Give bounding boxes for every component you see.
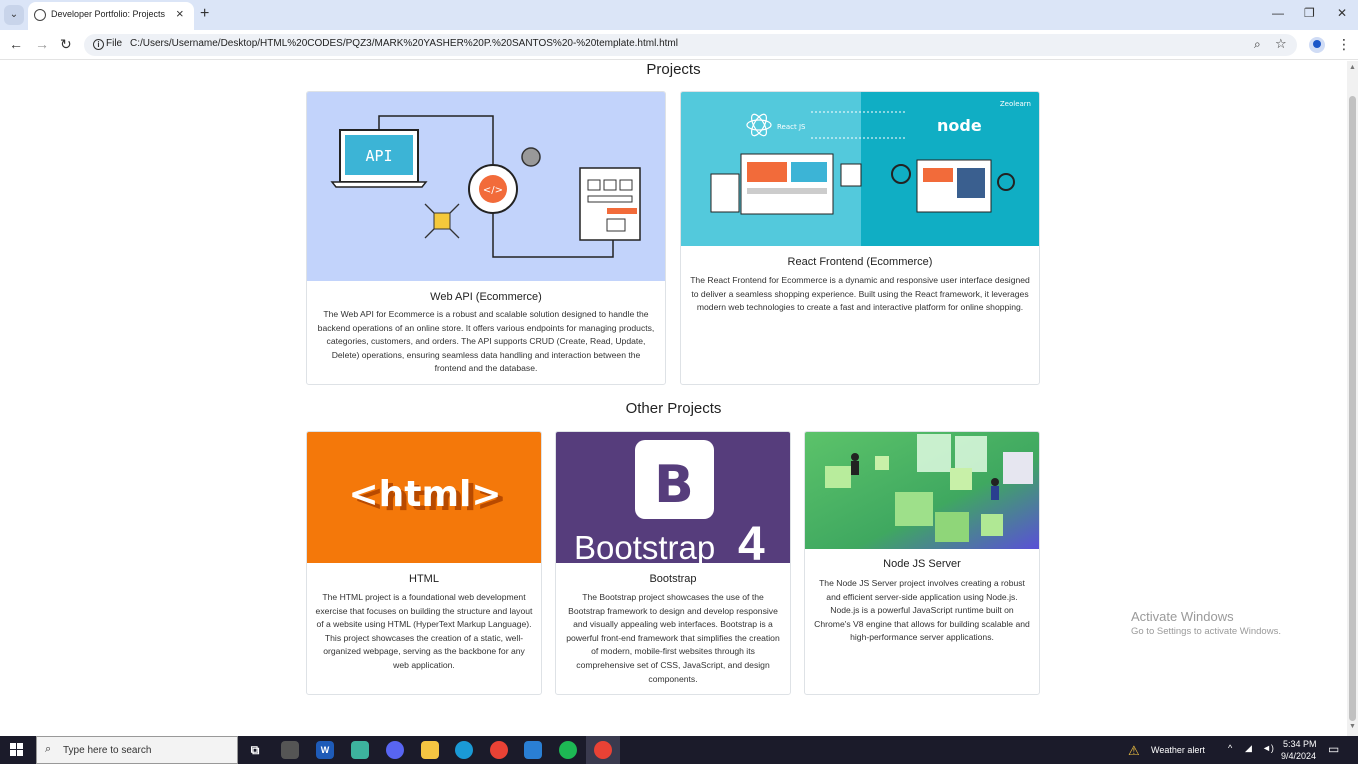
html-image: <html> <html> [307,432,541,563]
card-description: The Web API for Ecommerce is a robust an… [317,309,655,374]
tab-search-button[interactable]: ⌄ [4,5,24,25]
file-explorer-icon[interactable] [421,741,439,759]
scroll-down-icon[interactable]: ▼ [1349,723,1356,730]
page-scrollbar[interactable]: ▲ ▼ [1347,61,1358,736]
card-title: Node JS Server [883,558,961,570]
task-view-icon[interactable]: ⧉ [246,741,264,759]
clock-date[interactable]: 9/4/2024 [1281,751,1316,761]
windows-start-icon[interactable] [10,743,24,757]
node-server-image [805,432,1039,549]
svg-text:API: API [365,147,392,165]
info-icon[interactable]: i [93,39,104,50]
tab-close-icon[interactable]: × [176,6,184,22]
close-window-button[interactable]: ✕ [1337,6,1347,20]
card-description: The Node JS Server project involves crea… [814,578,1030,643]
new-tab-button[interactable]: + [200,4,209,24]
scroll-thumb[interactable] [1349,96,1356,721]
browser-toolbar: ← → ↻ i File C:/Users/Username/Desktop/H… [0,30,1358,60]
menu-icon[interactable]: ⋮ [1337,36,1351,53]
tab-active[interactable]: Developer Portfolio: Projects × [28,2,194,30]
svg-text:React JS: React JS [777,123,806,131]
notification-icon[interactable]: ▭ [1328,742,1339,756]
project-card-node: Node JS Server The Node JS Server projec… [804,431,1040,695]
reload-button[interactable]: ↻ [60,36,72,52]
other-projects-heading: Other Projects [625,400,722,417]
word-icon[interactable]: W [316,741,334,759]
project-card-react: Zeolearn React JS node React Frontend (E… [680,91,1040,385]
scroll-up-icon[interactable]: ▲ [1349,64,1356,71]
tab-strip: ⌄ Developer Portfolio: Projects × + — ❐ … [0,0,1358,30]
project-card-web-api: API </> Web API (Ecommerce) The Web API … [306,91,666,385]
svg-text:</>: </> [483,185,503,196]
profile-avatar-icon[interactable] [1309,37,1325,53]
scheme-label: File [106,38,123,49]
windows-taskbar: ⌕ Type here to search ⧉ W ⚠ Weather aler… [0,736,1358,764]
volume-icon[interactable]: ◄) [1262,743,1274,753]
weather-alert[interactable]: Weather alert [1151,745,1205,755]
card-title: Bootstrap [649,573,697,585]
card-title: HTML [409,573,439,585]
project-card-html: <html> <html> HTML The HTML project is a… [306,431,542,695]
minimize-button[interactable]: — [1272,6,1284,20]
card-title: React Frontend (Ecommerce) [787,256,933,268]
discord-icon[interactable] [386,741,404,759]
tab-title: Developer Portfolio: Projects [51,9,166,19]
svg-text:<html>: <html> [348,474,501,515]
taskbar-search[interactable]: ⌕ Type here to search [36,736,238,764]
chevron-up-icon[interactable]: ^ [1228,743,1232,753]
clock-time[interactable]: 5:34 PM [1283,739,1317,749]
spotify-icon[interactable] [559,741,577,759]
search-placeholder: Type here to search [63,745,152,756]
restore-button[interactable]: ❐ [1304,6,1315,20]
activate-subtitle: Go to Settings to activate Windows. [1131,626,1281,637]
notepad-icon[interactable] [351,741,369,759]
svg-text:B: B [654,455,694,515]
activate-windows-watermark: Activate Windows Go to Settings to activ… [1131,609,1281,637]
back-button[interactable]: ← [9,36,23,52]
search-icon: ⌕ [45,743,52,755]
web-api-image: API </> [307,92,665,281]
bookmark-star-icon[interactable]: ☆ [1275,36,1287,52]
react-node-image: Zeolearn React JS node [681,92,1039,246]
zoom-icon[interactable]: ⌕ [1254,37,1261,52]
card-title: Web API (Ecommerce) [430,291,542,303]
url-text[interactable]: C:/Users/Username/Desktop/HTML%20CODES/P… [130,38,678,49]
card-description: The React Frontend for Ecommerce is a dy… [690,275,1030,313]
svg-text:Zeolearn: Zeolearn [1000,100,1031,108]
card-description: The Bootstrap project showcases the use … [566,592,780,684]
svg-text:4: 4 [738,518,765,563]
project-card-bootstrap: B Bootstrap 4 Bootstrap The Bootstrap pr… [555,431,791,695]
bootstrap-image: B Bootstrap 4 [556,432,790,563]
svg-text:node: node [937,116,982,135]
address-bar[interactable]: i File C:/Users/Username/Desktop/HTML%20… [84,34,1297,56]
edge-icon[interactable] [455,741,473,759]
warning-icon[interactable]: ⚠ [1128,743,1140,759]
chrome-icon[interactable] [490,741,508,759]
card-description: The HTML project is a foundational web d… [315,592,533,670]
page-viewport: Projects API </> Web API (Ecommerce) The… [0,61,1347,736]
globe-icon [34,9,46,21]
svg-text:Bootstrap: Bootstrap [574,529,715,563]
projects-heading: Projects [646,61,701,78]
chrome-active-icon[interactable] [594,741,612,759]
forward-button[interactable]: → [35,36,49,52]
activate-title: Activate Windows [1131,609,1234,624]
vscode-icon[interactable] [524,741,542,759]
app-icon-generic[interactable] [281,741,299,759]
network-icon[interactable]: ◢ [1245,743,1252,754]
